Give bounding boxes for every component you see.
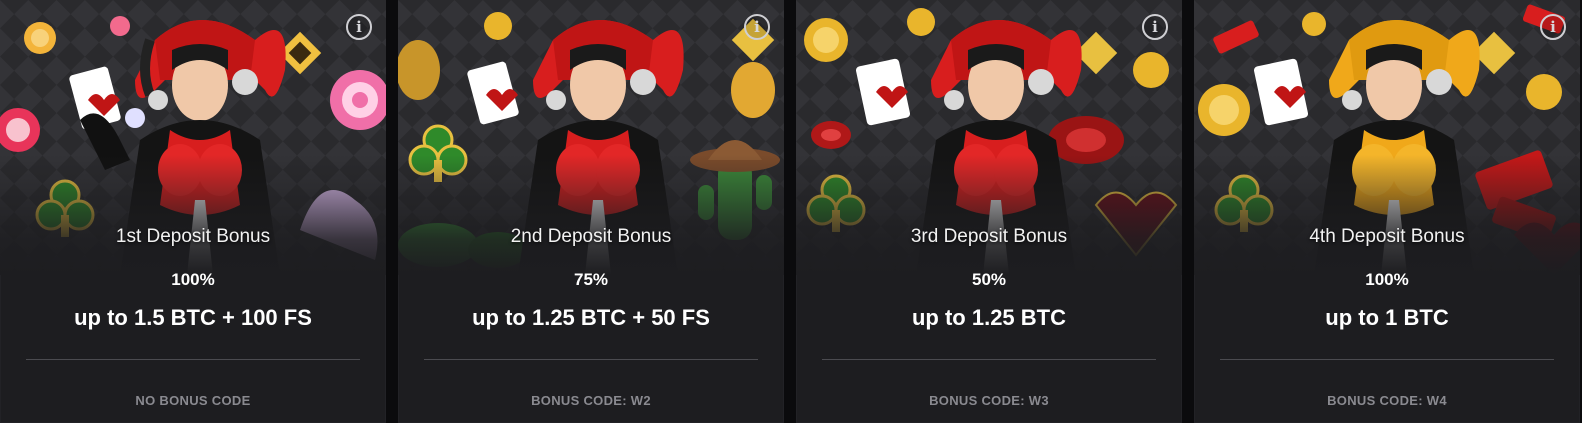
- divider: [1220, 359, 1554, 360]
- bonus-percent: 75%: [573, 270, 609, 289]
- info-icon[interactable]: i: [346, 14, 372, 40]
- bonus-amount: up to 1 BTC: [1325, 305, 1449, 330]
- divider: [424, 359, 758, 360]
- bonus-code: NO BONUS CODE: [135, 393, 251, 408]
- info-icon[interactable]: i: [744, 14, 770, 40]
- bonus-amount: up to 1.25 BTC + 50 FS: [472, 305, 710, 330]
- bonus-code: BONUS CODE: W4: [1327, 393, 1447, 408]
- info-icon[interactable]: i: [1142, 14, 1168, 40]
- bonus-title: 3rd Deposit Bonus: [910, 226, 1068, 247]
- divider: [822, 359, 1156, 360]
- bonus-title: 1st Deposit Bonus: [115, 226, 271, 247]
- bonus-title: 2nd Deposit Bonus: [510, 226, 672, 247]
- bonus-percent: 100%: [171, 270, 215, 289]
- bonus-percent: 100%: [1365, 270, 1409, 289]
- bonus-card-2[interactable]: i 2nd Deposit Bonus 75% up to 1.25 BTC +…: [398, 0, 784, 423]
- bonus-card-1[interactable]: i 1st Deposit Bonus 100% up to 1.5 BTC +…: [0, 0, 386, 423]
- bonus-amount: up to 1.5 BTC + 100 FS: [74, 305, 312, 330]
- info-icon[interactable]: i: [1540, 14, 1566, 40]
- divider: [26, 359, 360, 360]
- bonus-code: BONUS CODE: W2: [531, 393, 651, 408]
- bonus-card-4[interactable]: i 4th Deposit Bonus 100% up to 1 BTC BON…: [1194, 0, 1580, 423]
- bonus-title: 4th Deposit Bonus: [1309, 226, 1465, 247]
- bonus-cards-row: i 1st Deposit Bonus 100% up to 1.5 BTC +…: [0, 0, 1582, 423]
- bonus-percent: 50%: [971, 270, 1007, 289]
- bonus-card-3[interactable]: i 3rd Deposit Bonus 50% up to 1.25 BTC B…: [796, 0, 1182, 423]
- bonus-amount: up to 1.25 BTC: [911, 305, 1066, 330]
- bonus-code: BONUS CODE: W3: [929, 393, 1049, 408]
